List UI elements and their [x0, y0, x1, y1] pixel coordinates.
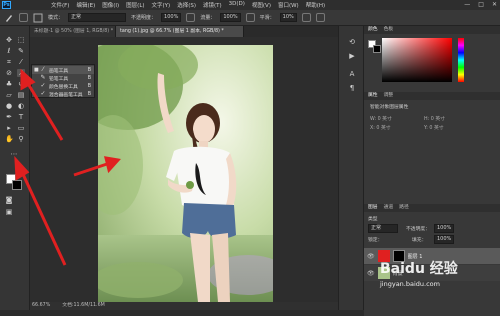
arrowhead: [14, 155, 30, 181]
arrowhead: [20, 68, 36, 91]
arrow-to-foreground-swatch: [20, 171, 67, 266]
arrowhead: [103, 156, 121, 174]
watermark-url: jingyan.baidu.com: [380, 280, 440, 288]
watermark-logo: Baidu 经验: [380, 261, 458, 277]
arrow-to-brush-flyout: [25, 81, 64, 141]
arrow-to-canvas: [73, 161, 111, 177]
baidu-watermark: Baidu 经验 jingyan.baidu.com: [380, 258, 458, 288]
